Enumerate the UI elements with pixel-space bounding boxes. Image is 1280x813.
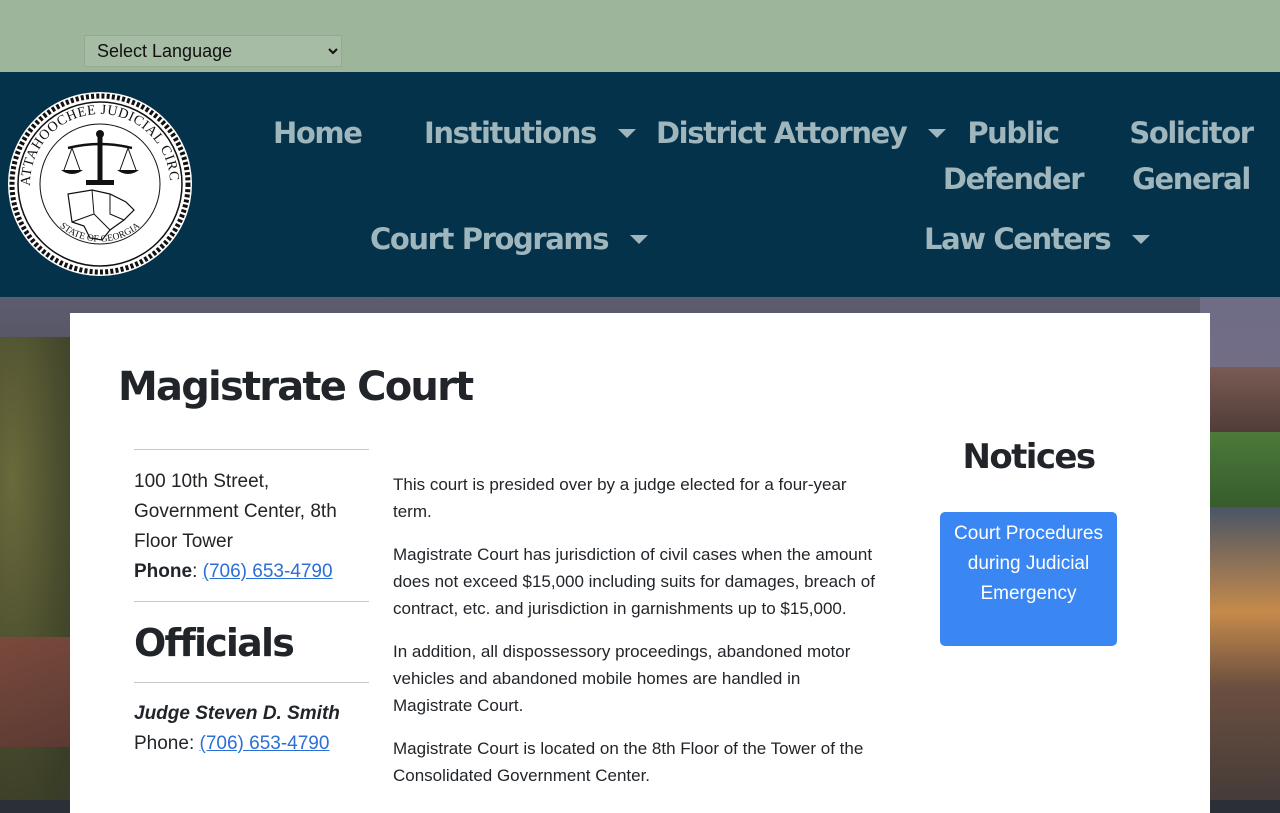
- officials-heading: Officials: [134, 621, 295, 665]
- nav-court-programs-label: Court Programs: [370, 222, 610, 256]
- nav-public-defender[interactable]: Public Defender: [940, 110, 1086, 202]
- caret-down-icon: [630, 234, 649, 244]
- page-title: Magistrate Court: [118, 364, 474, 410]
- nav-district-attorney[interactable]: District Attorney: [656, 110, 947, 156]
- judge-entry: Judge Steven D. Smith Phone: (706) 653-4…: [134, 683, 369, 759]
- background-roof: [0, 637, 70, 747]
- nav-solicitor-general-label-line1: Solicitor: [1129, 116, 1254, 150]
- description-paragraph: Magistrate Court has jurisdiction of civ…: [393, 545, 875, 618]
- nav-institutions-label: Institutions: [424, 116, 597, 150]
- judge-phone-link[interactable]: (706) 653-4790: [200, 733, 330, 754]
- top-bar: Select Language: [0, 0, 1280, 72]
- caret-down-icon: [617, 128, 636, 138]
- nav-court-programs[interactable]: Court Programs: [370, 216, 649, 262]
- caret-down-icon: [1132, 234, 1151, 244]
- notices-panel: Notices Court Procedures during Judicial…: [940, 431, 1117, 646]
- court-address: 100 10th Street, Government Center, 8th …: [134, 450, 369, 601]
- nav-home-label: Home: [273, 116, 363, 150]
- nav-solicitor-general-label-line2: General: [1132, 162, 1251, 196]
- contact-sidebar: 100 10th Street, Government Center, 8th …: [134, 449, 369, 759]
- nav-solicitor-general[interactable]: Solicitor General: [1120, 110, 1262, 202]
- nav-law-centers[interactable]: Law Centers: [924, 216, 1151, 262]
- background-river: [1210, 507, 1280, 800]
- background-grass: [1210, 432, 1280, 512]
- nav-public-defender-label-line2: Defender: [942, 162, 1085, 196]
- nav-district-attorney-label: District Attorney: [656, 116, 908, 150]
- nav-institutions[interactable]: Institutions: [424, 110, 636, 156]
- address-line: Government Center, 8th: [134, 501, 337, 522]
- court-phone: Phone: (706) 653-4790: [134, 561, 333, 582]
- description-paragraph: In addition, all dispossessory proceedin…: [393, 642, 851, 715]
- court-description: This court is presided over by a judge e…: [393, 471, 883, 805]
- court-procedures-button[interactable]: Court Procedures during Judicial Emergen…: [940, 512, 1117, 646]
- judge-phone-label: Phone:: [134, 733, 195, 754]
- court-phone-link[interactable]: (706) 653-4790: [203, 561, 333, 582]
- language-select[interactable]: Select Language: [84, 35, 342, 67]
- phone-label: Phone: [134, 561, 193, 582]
- background-city: [1210, 367, 1280, 437]
- nav-law-centers-label: Law Centers: [924, 222, 1112, 256]
- divider: [134, 601, 369, 602]
- judge-phone: Phone: (706) 653-4790: [134, 729, 369, 759]
- description-paragraph: Magistrate Court is located on the 8th F…: [393, 739, 864, 785]
- nav-home[interactable]: Home: [273, 110, 363, 156]
- notices-heading: Notices: [962, 437, 1097, 477]
- content-card: Magistrate Court 100 10th Street, Govern…: [70, 313, 1210, 813]
- main-navigation: CHATTAHOOCHEE JUDICIAL CIRCUIT STATE OF …: [0, 72, 1280, 297]
- address-line: 100 10th Street,: [134, 471, 270, 492]
- address-line: Floor Tower: [134, 531, 233, 552]
- nav-public-defender-label-line1: Public: [967, 116, 1060, 150]
- judge-name: Judge Steven D. Smith: [134, 703, 340, 724]
- circuit-seal-logo[interactable]: CHATTAHOOCHEE JUDICIAL CIRCUIT STATE OF …: [6, 90, 194, 278]
- description-paragraph: This court is presided over by a judge e…: [393, 475, 847, 521]
